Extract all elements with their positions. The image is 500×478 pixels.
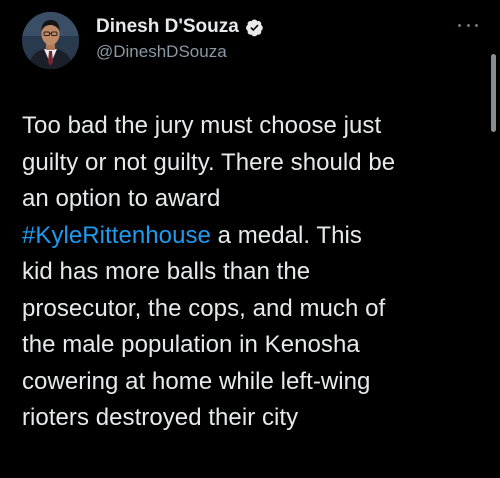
tweet-text-line: #KyleRittenhouse a medal. This: [22, 218, 492, 255]
verified-badge-icon: [245, 18, 264, 37]
author-handle[interactable]: @DineshDSouza: [96, 42, 264, 62]
tweet: Dinesh D'Souza @DineshDSouza Too bad the…: [0, 0, 500, 478]
author-name-row: Dinesh D'Souza: [96, 16, 264, 38]
tweet-header: Dinesh D'Souza @DineshDSouza: [96, 16, 264, 62]
more-options-icon[interactable]: [458, 20, 478, 30]
tweet-text-line: prosecutor, the cops, and much of: [22, 294, 386, 322]
tweet-text: Too bad the jury must choose just guilty…: [22, 108, 492, 437]
profile-photo-icon: [22, 12, 79, 69]
avatar[interactable]: [22, 12, 79, 69]
hashtag-link[interactable]: #KyleRittenhouse: [22, 222, 211, 249]
tweet-text-line: cowering at home while left-wing: [22, 367, 371, 395]
tweet-text-line: the male population in Kenosha: [22, 331, 360, 358]
tweet-text-line: guilty or not guilty. There should be: [22, 148, 396, 176]
tweet-text-segment: a medal. This: [210, 221, 362, 249]
tweet-text-line: Too bad the jury must choose just: [22, 112, 382, 139]
tweet-text-line: rioters destroyed their city: [22, 404, 299, 431]
tweet-text-line: kid has more balls than the: [22, 258, 311, 285]
author-display-name[interactable]: Dinesh D'Souza: [96, 16, 239, 38]
tweet-text-line: an option to award: [22, 185, 221, 212]
